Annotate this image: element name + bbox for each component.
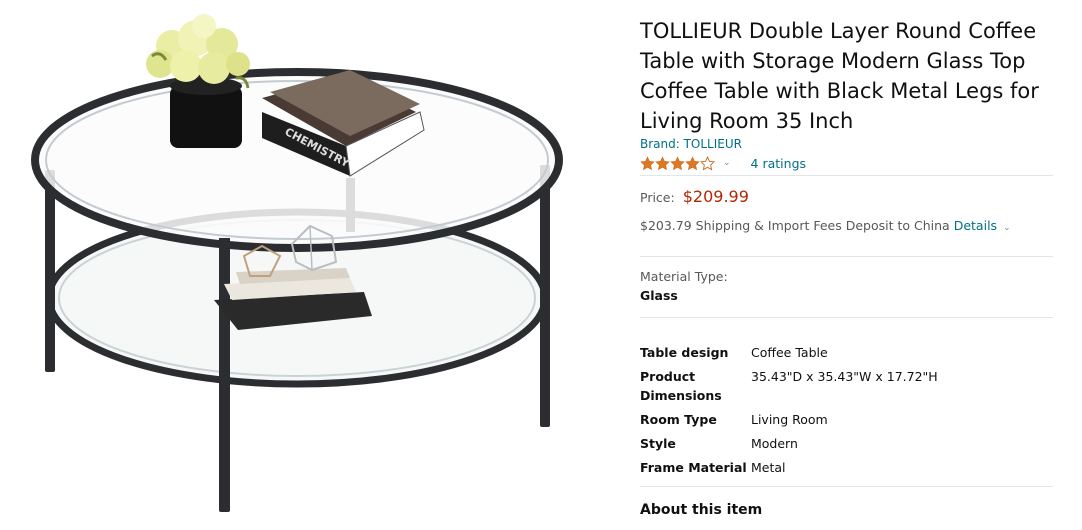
spec-value: 35.43"D x 35.43"W x 17.72"H	[751, 369, 938, 384]
star-full-icon	[655, 155, 670, 170]
shipping-text: $203.79 Shipping & Import Fees Deposit t…	[640, 218, 950, 233]
spec-key: Room Type	[640, 412, 717, 427]
table-row: Table design Coffee Table	[640, 343, 1053, 367]
divider	[640, 175, 1053, 176]
spec-value: Metal	[751, 460, 786, 475]
rating-row: ⌄ 4 ratings	[640, 153, 806, 173]
spec-key: Table design	[640, 345, 729, 360]
spec-key: Product Dimensions	[640, 367, 751, 410]
product-image[interactable]: CHEMISTRY	[0, 0, 600, 530]
table-row: Product Dimensions 35.43"D x 35.43"W x 1…	[640, 367, 1053, 410]
star-empty-icon	[700, 155, 715, 170]
table-row: Frame Material Metal	[640, 458, 1053, 477]
star-full-icon	[685, 155, 700, 170]
spec-key: Frame Material	[640, 460, 747, 475]
ratings-link[interactable]: 4 ratings	[751, 156, 806, 171]
spec-value: Coffee Table	[751, 345, 828, 360]
price-label: Price:	[640, 190, 675, 205]
material-type-value: Glass	[640, 288, 678, 303]
chevron-down-icon[interactable]: ⌄	[723, 158, 731, 168]
material-type-label: Material Type:	[640, 269, 728, 284]
about-heading: About this item	[640, 502, 763, 518]
divider	[640, 486, 1053, 487]
divider	[640, 256, 1053, 257]
spec-value: Modern	[751, 436, 798, 451]
price-row: Price: $209.99	[640, 187, 749, 206]
star-full-icon	[670, 155, 685, 170]
product-title: TOLLIEUR Double Layer Round Coffee Table…	[640, 19, 1039, 133]
spec-key-text: Product Dimensions	[640, 369, 722, 403]
spec-key: Style	[640, 436, 676, 451]
spec-value: Living Room	[751, 412, 828, 427]
shipping-info: $203.79 Shipping & Import Fees Deposit t…	[640, 218, 1011, 233]
star-full-icon	[640, 155, 655, 170]
shipping-details-link[interactable]: Details	[954, 218, 997, 233]
star-rating[interactable]	[640, 155, 715, 171]
table-row: Style Modern	[640, 434, 1053, 458]
chevron-down-icon[interactable]: ⌄	[1003, 223, 1011, 233]
brand-link[interactable]: Brand: TOLLIEUR	[640, 137, 742, 151]
table-row: Room Type Living Room	[640, 410, 1053, 434]
price-value: $209.99	[682, 187, 749, 206]
divider	[640, 317, 1053, 318]
coffee-table-illustration: CHEMISTRY	[31, 14, 563, 512]
specs-table: Table design Coffee Table Product Dimens…	[640, 343, 1053, 477]
